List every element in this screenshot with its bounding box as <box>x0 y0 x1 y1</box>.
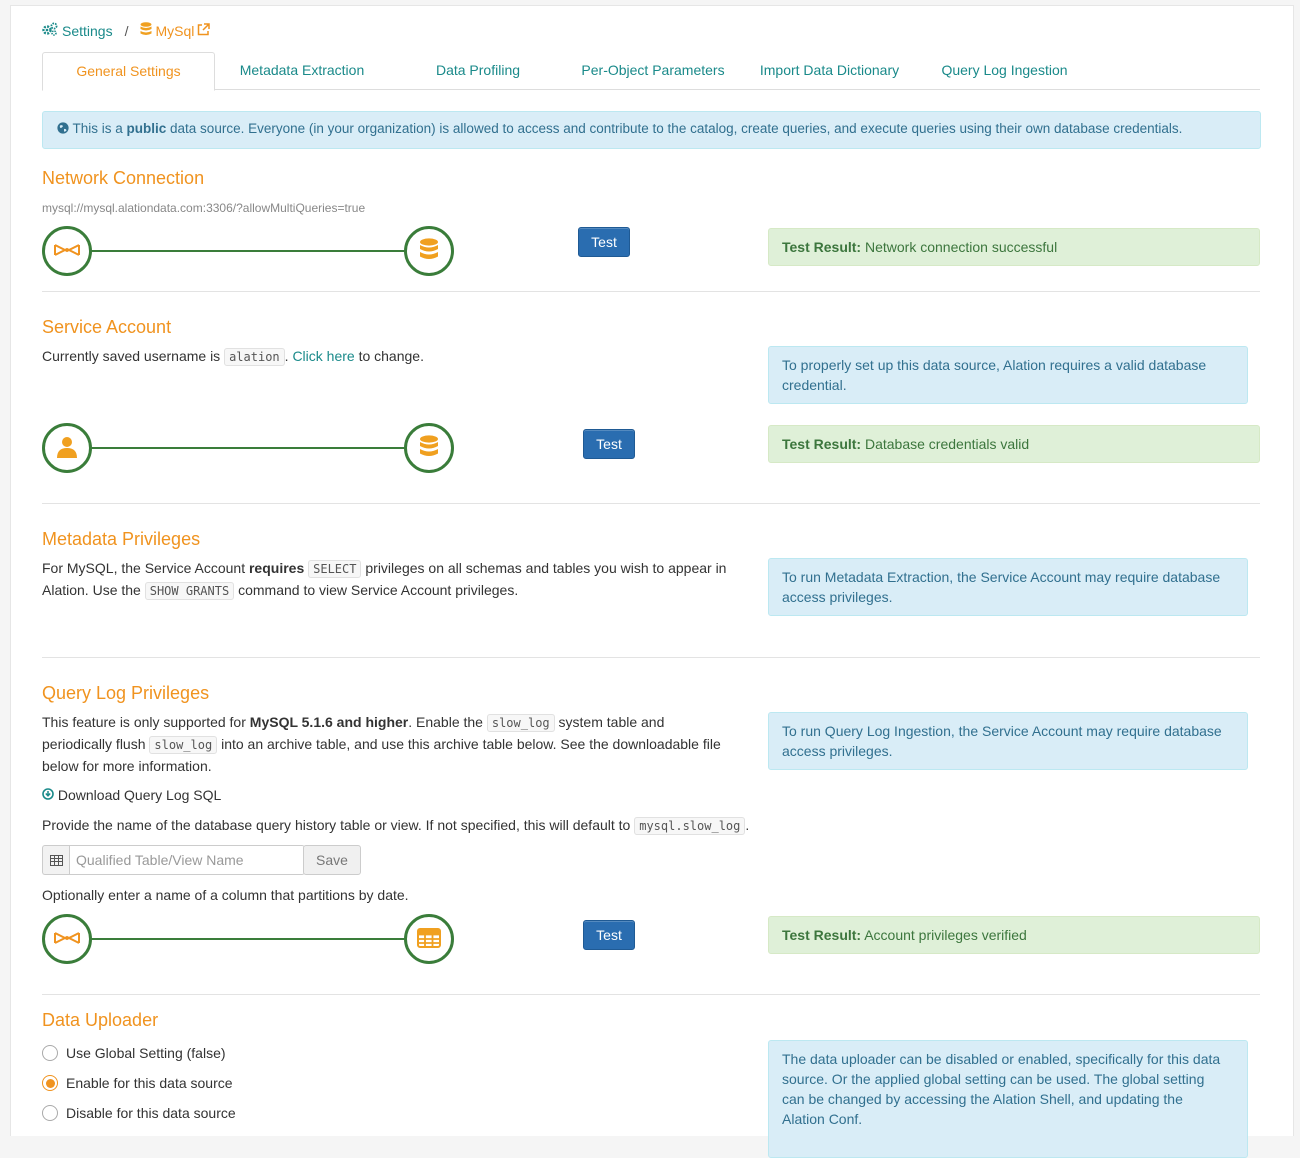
download-query-log-link[interactable]: Download Query Log SQL <box>42 785 221 806</box>
tab-per-object-parameters[interactable]: Per-Object Parameters <box>578 52 728 88</box>
metadata-privileges-title: Metadata Privileges <box>42 529 201 549</box>
radio-label: Use Global Setting (false) <box>66 1045 226 1061</box>
service-test-button[interactable]: Test <box>583 429 635 459</box>
querylog-test-result: Test Result: Account privileges verified <box>768 916 1260 954</box>
querylog-text-2: . Enable the <box>408 714 487 730</box>
save-button[interactable]: Save <box>303 845 361 875</box>
download-query-log-label: Download Query Log SQL <box>57 787 222 803</box>
query-log-info: To run Query Log Ingestion, the Service … <box>768 712 1248 770</box>
saved-username: alation <box>224 348 285 366</box>
service-text-prefix: Currently saved username is <box>42 348 225 364</box>
metadata-text-3: command to view Service Account privileg… <box>234 582 519 598</box>
slow-log-code: slow_log <box>486 714 555 732</box>
plug-icon <box>54 931 80 948</box>
network-result-label: Test Result: <box>782 239 862 255</box>
select-code: SELECT <box>308 560 362 578</box>
breadcrumb-separator: / <box>124 22 129 39</box>
querylog-source-node <box>42 914 92 964</box>
querylog-version: MySQL 5.1.6 and higher <box>249 714 409 730</box>
service-account-info: To properly set up this data source, Ala… <box>768 346 1248 404</box>
radio-button[interactable] <box>42 1045 58 1061</box>
network-test-button[interactable]: Test <box>578 227 630 257</box>
external-link-icon[interactable] <box>197 22 211 39</box>
querylog-table-node <box>404 914 454 964</box>
service-text-suffix: to change. <box>354 348 424 364</box>
tab-query-log-ingestion[interactable]: Query Log Ingestion <box>932 52 1077 88</box>
service-connection-line <box>89 447 406 449</box>
service-account-text: Currently saved username is alation. Cli… <box>42 346 424 368</box>
radio-use-global[interactable]: Use Global Setting (false) <box>42 1045 226 1061</box>
table-name-input-group: Qualified Table/View Name <box>42 845 305 875</box>
divider <box>42 994 1260 995</box>
database-icon <box>419 434 439 462</box>
divider <box>42 503 1260 504</box>
divider <box>42 291 1260 292</box>
show-grants-code: SHOW GRANTS <box>144 582 235 600</box>
breadcrumb-settings-link[interactable]: Settings <box>62 23 113 39</box>
slow-log-code: slow_log <box>149 736 218 754</box>
data-uploader-info: The data uploader can be disabled or ena… <box>768 1040 1248 1158</box>
data-uploader-title: Data Uploader <box>42 1010 159 1030</box>
connection-uri: mysql://mysql.alationdata.com:3306/?allo… <box>42 201 366 215</box>
plug-icon <box>54 243 80 260</box>
table-icon <box>417 927 441 951</box>
tab-metadata-extraction[interactable]: Metadata Extraction <box>222 52 382 88</box>
service-user-node <box>42 423 92 473</box>
partition-column-link[interactable]: Optionally enter a name of a column that… <box>42 885 409 906</box>
metadata-text-1: For MySQL, the Service Account <box>42 560 249 576</box>
provide-text: Provide the name of the database query h… <box>42 817 635 833</box>
gears-icon <box>42 22 58 39</box>
service-result-label: Test Result: <box>782 436 862 452</box>
radio-label: Disable for this data source <box>66 1105 236 1121</box>
query-history-text: Provide the name of the database query h… <box>42 815 749 837</box>
breadcrumb-source-link[interactable]: MySql <box>155 23 194 39</box>
tab-import-data-dictionary[interactable]: Import Data Dictionary <box>752 52 907 88</box>
globe-icon <box>57 120 69 140</box>
querylog-result-text: Account privileges verified <box>861 927 1027 943</box>
download-icon <box>42 785 54 806</box>
settings-page: Settings / MySql General Settings Metada… <box>10 5 1294 1158</box>
service-account-title: Service Account <box>42 317 172 337</box>
database-icon <box>419 237 439 265</box>
querylog-result-label: Test Result: <box>782 927 862 943</box>
metadata-requires: requires <box>248 560 305 576</box>
querylog-test-button[interactable]: Test <box>583 920 635 950</box>
radio-disable[interactable]: Disable for this data source <box>42 1105 236 1121</box>
table-name-input[interactable]: Qualified Table/View Name <box>69 845 305 875</box>
database-icon <box>140 22 152 39</box>
querylog-text-1: This feature is only supported for <box>42 714 250 730</box>
metadata-privileges-text: For MySQL, the Service Account requires … <box>42 558 732 602</box>
radio-label: Enable for this data source <box>66 1075 233 1091</box>
metadata-privileges-info: To run Metadata Extraction, the Service … <box>768 558 1248 616</box>
service-database-node <box>404 423 454 473</box>
table-icon <box>42 845 69 875</box>
public-source-notice: This is a public data source. Everyone (… <box>42 111 1261 149</box>
querylog-connection-line <box>89 938 406 940</box>
settings-tabs: General Settings Metadata Extraction Dat… <box>42 52 1260 91</box>
network-database-node <box>404 226 454 276</box>
change-username-link[interactable]: Click here <box>292 348 354 364</box>
breadcrumb: Settings / MySql <box>42 22 211 39</box>
provide-text-end: . <box>745 817 750 833</box>
service-test-result: Test Result: Database credentials valid <box>768 425 1260 463</box>
radio-button[interactable] <box>42 1105 58 1121</box>
service-result-text: Database credentials valid <box>861 436 1030 452</box>
notice-public-word: public <box>126 121 167 136</box>
query-log-text: This feature is only supported for MySQL… <box>42 712 737 777</box>
tab-data-profiling[interactable]: Data Profiling <box>402 52 554 88</box>
tab-general-settings[interactable]: General Settings <box>42 52 215 91</box>
divider <box>42 657 1260 658</box>
radio-enable[interactable]: Enable for this data source <box>42 1075 233 1091</box>
notice-text-suffix: data source. Everyone (in your organizat… <box>166 121 1183 136</box>
notice-text-prefix: This is a <box>72 121 127 136</box>
radio-button-checked[interactable] <box>42 1075 58 1091</box>
network-connection-line <box>89 250 406 252</box>
default-table-code: mysql.slow_log <box>634 817 746 835</box>
network-result-text: Network connection successful <box>861 239 1058 255</box>
user-icon <box>57 436 77 461</box>
network-connection-title: Network Connection <box>42 168 205 188</box>
network-test-result: Test Result: Network connection successf… <box>768 228 1260 266</box>
query-log-privileges-title: Query Log Privileges <box>42 683 210 703</box>
network-source-node <box>42 226 92 276</box>
